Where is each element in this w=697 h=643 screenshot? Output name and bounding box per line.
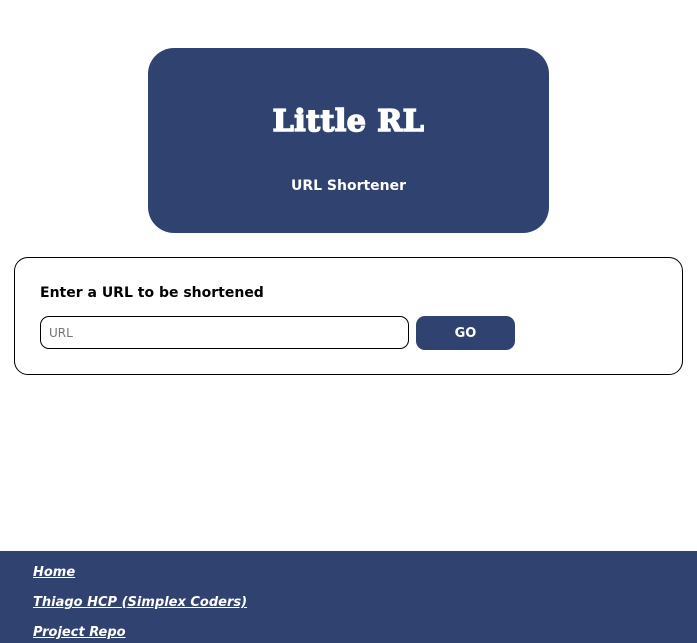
- footer: Home Thiago HCP (Simplex Coders) Project…: [0, 551, 697, 643]
- footer-link-home[interactable]: Home: [33, 565, 75, 581]
- shorten-form-card: Enter a URL to be shortened GO: [14, 257, 683, 375]
- footer-link-project-repo[interactable]: Project Repo: [33, 625, 126, 641]
- hero-banner: Little RL URL Shortener: [148, 48, 549, 233]
- url-input[interactable]: [40, 316, 409, 349]
- page: Little RL URL Shortener Enter a URL to b…: [0, 0, 697, 643]
- app-subtitle: URL Shortener: [290, 178, 407, 194]
- url-field-label: Enter a URL to be shortened: [40, 285, 264, 301]
- footer-link-author[interactable]: Thiago HCP (Simplex Coders): [33, 595, 247, 611]
- app-title: Little RL: [272, 103, 425, 140]
- go-button[interactable]: GO: [416, 316, 515, 350]
